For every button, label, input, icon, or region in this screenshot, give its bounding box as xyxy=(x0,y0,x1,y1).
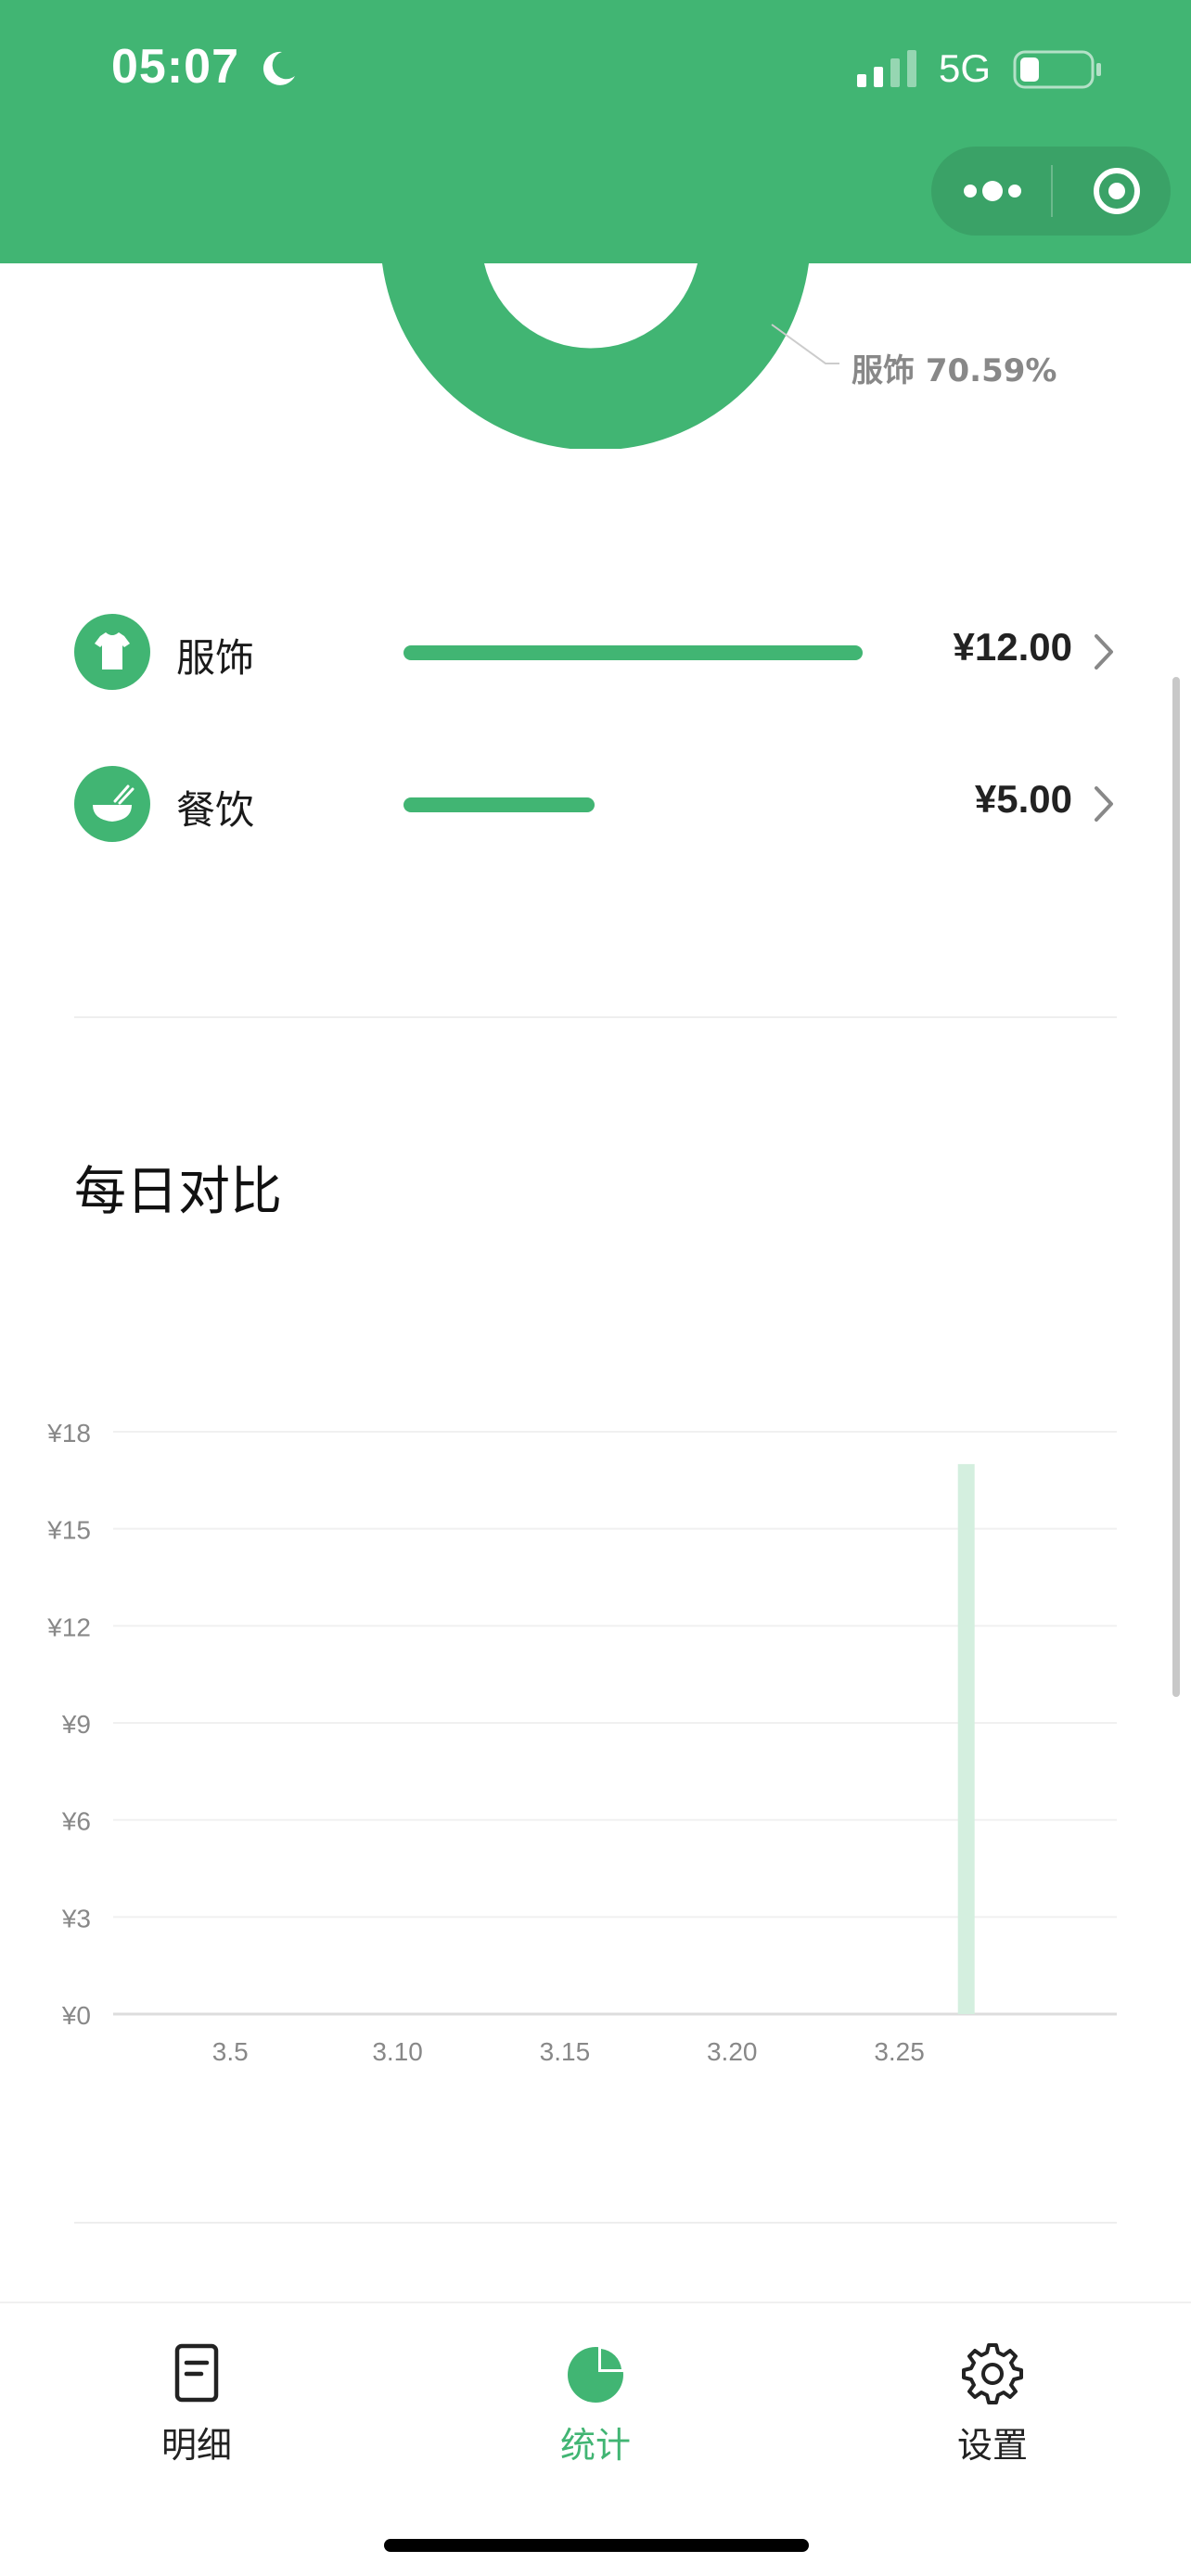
category-name: 餐饮 xyxy=(176,787,255,833)
tab-settings[interactable]: 设置 xyxy=(890,2340,1095,2480)
x-tick-label: 3.20 xyxy=(707,2037,758,2066)
y-tick-label: ¥3 xyxy=(61,1904,91,1932)
moon-icon xyxy=(263,51,295,85)
category-row-dining[interactable]: 餐饮 ¥5.00 xyxy=(74,766,1117,849)
close-target-icon xyxy=(1094,168,1140,214)
donut-slice-clothing xyxy=(382,263,809,449)
y-tick-label: ¥9 xyxy=(61,1710,91,1739)
chart-bar xyxy=(957,1463,975,2014)
tab-details[interactable]: 明细 xyxy=(95,2340,299,2480)
status-time: 05:07 xyxy=(111,40,239,94)
signal-icon xyxy=(857,50,916,87)
more-button[interactable] xyxy=(931,147,1051,236)
donut-slice-label: 服饰 70.59% xyxy=(852,352,1057,389)
y-tick-label: ¥0 xyxy=(61,2001,91,2030)
tab-label: 明细 xyxy=(160,2425,232,2466)
home-indicator xyxy=(384,2539,809,2552)
category-icon-badge xyxy=(74,614,150,690)
y-tick-label: ¥15 xyxy=(46,1516,91,1545)
x-tick-label: 3.10 xyxy=(372,2037,423,2066)
x-tick-label: 3.25 xyxy=(874,2037,925,2066)
tab-label: 统计 xyxy=(559,2425,631,2466)
list-document-icon xyxy=(174,2343,219,2403)
tab-bar: 明细 统计 设置 xyxy=(0,2302,1191,2576)
more-dots-icon xyxy=(964,181,1021,201)
battery-icon xyxy=(1013,50,1101,89)
pie-chart-icon xyxy=(568,2346,624,2403)
app-header: 05:07 5G xyxy=(0,0,1191,263)
y-tick-label: ¥12 xyxy=(46,1613,91,1641)
category-row-clothing[interactable]: 服饰 ¥12.00 xyxy=(74,614,1117,697)
daily-comparison-chart: ¥0 ¥3 ¥6 ¥9 ¥12 ¥15 ¥18 3.5 3.10 3.15 3.20 3.25 xyxy=(46,1419,1117,2066)
category-progress-bar xyxy=(403,797,595,812)
shirt-icon xyxy=(95,632,130,670)
y-tick-label: ¥18 xyxy=(46,1419,91,1447)
x-tick-label: 3.15 xyxy=(540,2037,591,2066)
scrollbar[interactable] xyxy=(1172,677,1180,1697)
gear-icon xyxy=(962,2343,1023,2404)
section-divider xyxy=(74,1016,1117,1018)
network-label: 5G xyxy=(939,46,992,90)
category-progress-bar xyxy=(403,645,863,660)
tab-statistics[interactable]: 统计 xyxy=(493,2340,698,2480)
miniprogram-capsule xyxy=(931,147,1171,236)
category-icon-badge xyxy=(74,766,150,842)
bowl-icon xyxy=(93,784,134,822)
tab-label: 设置 xyxy=(956,2425,1028,2466)
category-name: 服饰 xyxy=(176,635,255,681)
x-tick-label: 3.5 xyxy=(212,2037,249,2066)
category-amount: ¥5.00 xyxy=(974,777,1072,821)
chevron-right-icon xyxy=(1095,634,1113,670)
category-amount: ¥12.00 xyxy=(953,625,1072,669)
section-title: 每日对比 xyxy=(74,1162,282,1222)
close-miniprogram-button[interactable] xyxy=(1052,147,1171,236)
chevron-right-icon xyxy=(1095,786,1113,822)
section-divider xyxy=(74,2222,1117,2224)
y-tick-label: ¥6 xyxy=(61,1807,91,1836)
